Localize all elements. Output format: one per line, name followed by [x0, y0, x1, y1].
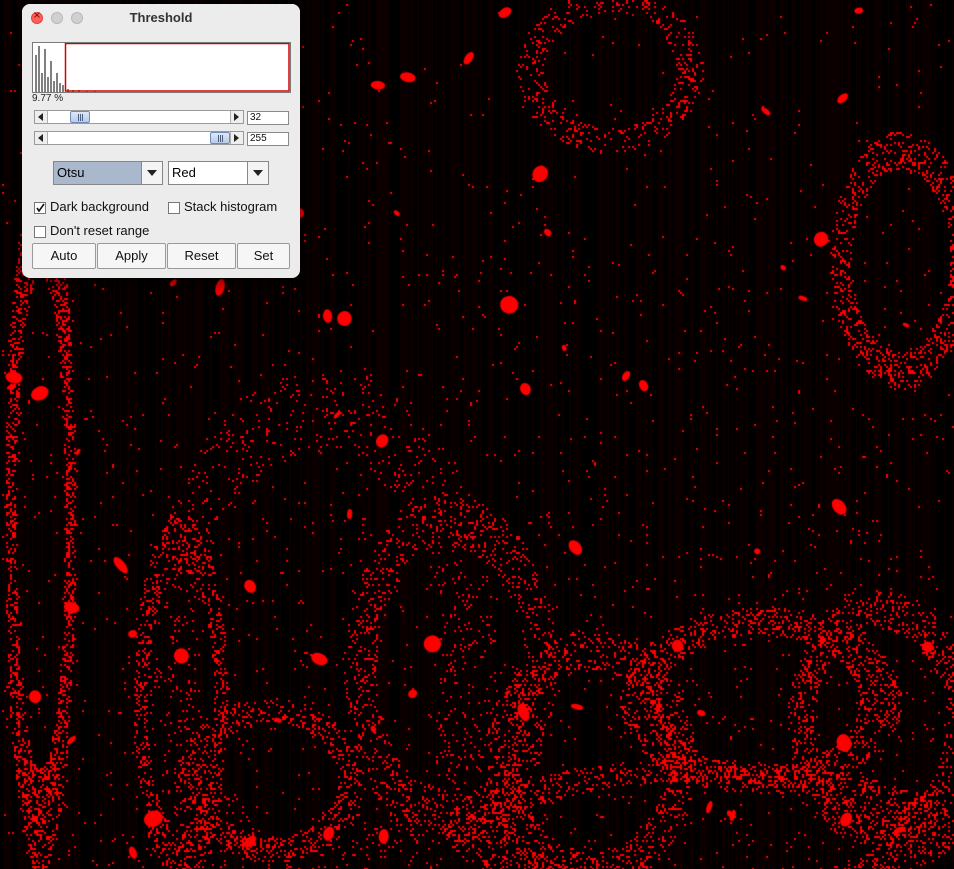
dont-reset-range-label[interactable]: Don't reset range — [50, 223, 149, 238]
arrow-left-icon[interactable] — [35, 111, 48, 123]
stack-histogram-checkbox[interactable] — [168, 202, 180, 214]
display-mode-selected: Red — [172, 165, 196, 180]
auto-button[interactable]: Auto — [32, 243, 96, 269]
threshold-percent: 9.77 % — [32, 93, 64, 104]
slider-track[interactable] — [48, 132, 230, 144]
stack-histogram-label[interactable]: Stack histogram — [184, 199, 277, 214]
threshold-range-box — [64, 43, 290, 92]
title-bar[interactable]: × Threshold — [22, 4, 300, 30]
min-threshold-slider[interactable] — [34, 110, 244, 124]
reset-button[interactable]: Reset — [167, 243, 236, 269]
window-title: Threshold — [129, 10, 193, 25]
arrow-right-icon[interactable] — [230, 132, 243, 144]
arrow-right-icon[interactable] — [230, 111, 243, 123]
min-threshold-field[interactable]: 32 — [247, 111, 289, 125]
chevron-down-icon[interactable] — [141, 162, 162, 184]
slider-thumb[interactable] — [210, 132, 230, 144]
checkmark-icon — [36, 203, 45, 213]
max-threshold-field[interactable]: 255 — [247, 132, 289, 146]
histogram-plot — [35, 43, 290, 92]
dark-background-label[interactable]: Dark background — [50, 199, 149, 214]
max-threshold-slider[interactable] — [34, 131, 244, 145]
slider-track[interactable] — [48, 111, 230, 123]
slider-thumb[interactable] — [70, 111, 90, 123]
dark-background-checkbox[interactable] — [34, 202, 46, 214]
histogram-panel — [32, 42, 291, 93]
method-selected: Otsu — [54, 162, 142, 184]
method-dropdown[interactable]: Otsu — [53, 161, 163, 185]
display-mode-dropdown[interactable]: Red — [168, 161, 269, 185]
threshold-dialog: × Threshold 9.77 % 32 255 Otsu Red Dark … — [22, 4, 300, 278]
set-button[interactable]: Set — [237, 243, 290, 269]
arrow-left-icon[interactable] — [35, 132, 48, 144]
dont-reset-range-checkbox[interactable] — [34, 226, 46, 238]
apply-button[interactable]: Apply — [97, 243, 166, 269]
chevron-down-icon[interactable] — [247, 162, 268, 184]
